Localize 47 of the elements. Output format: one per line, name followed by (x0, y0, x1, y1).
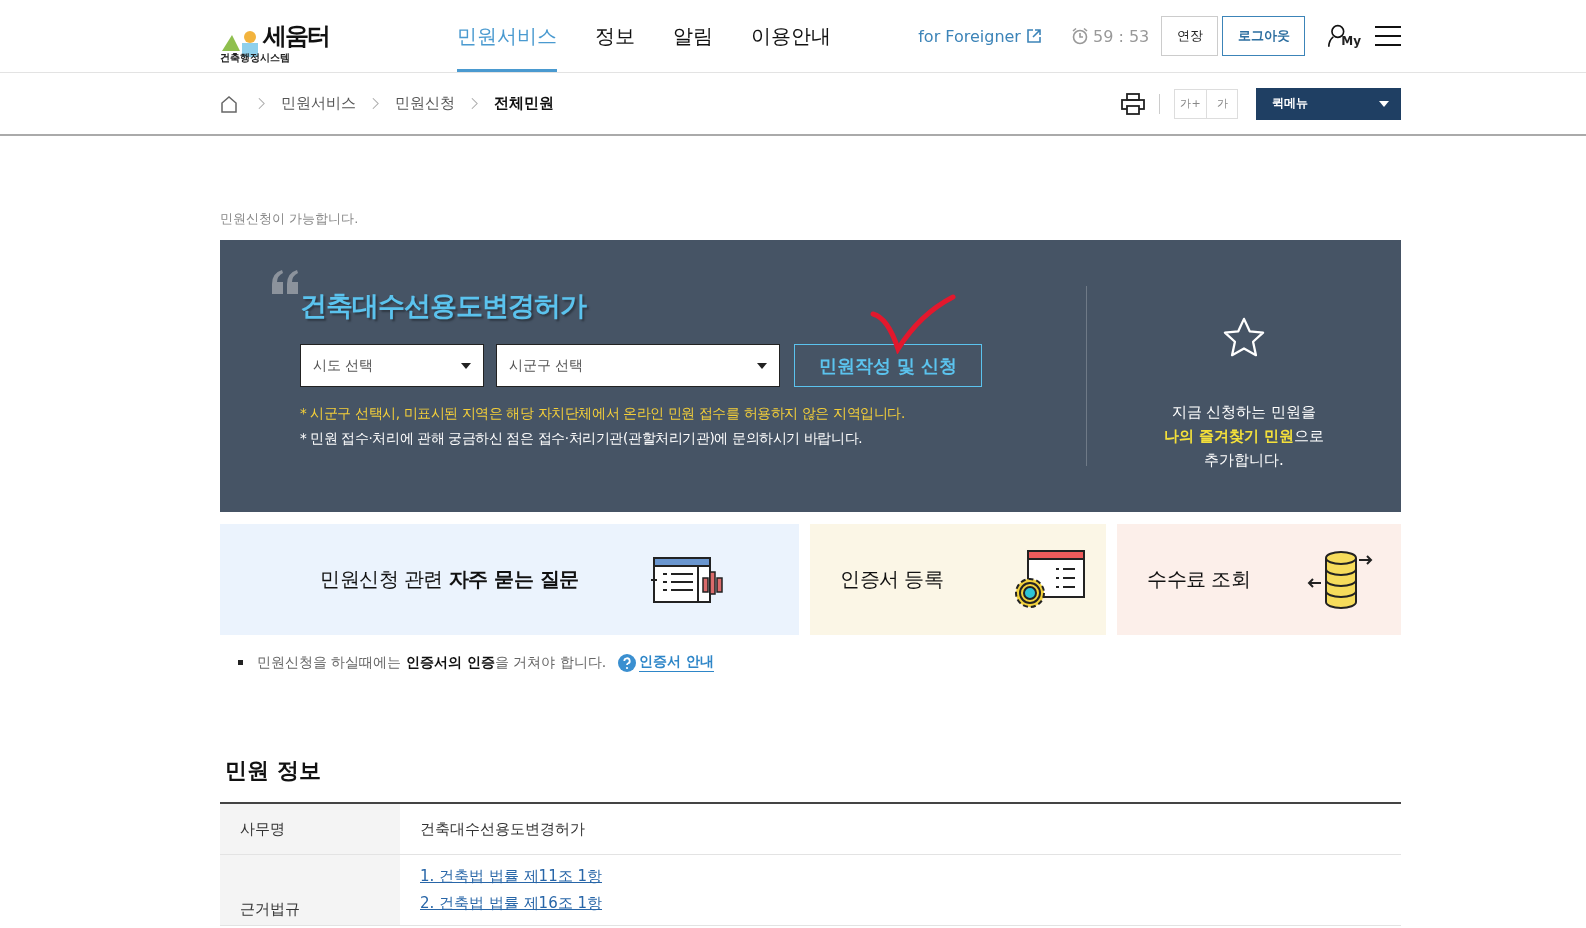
chevron-icon (258, 97, 265, 110)
breadcrumb-item[interactable]: 전체민원 (494, 94, 554, 113)
apply-button[interactable]: 민원작성 및 신청 (794, 344, 982, 387)
quick-menu-dropdown[interactable]: 퀵메뉴 (1256, 87, 1401, 120)
logo[interactable]: 세움터 건축행정시스템 (220, 11, 360, 61)
service-title: 건축대수선용도변경허가 (300, 289, 588, 323)
shortcut-card[interactable]: 민원신청 관련 자주 묻는 질문 (220, 524, 799, 635)
check-mark-icon (870, 294, 956, 354)
foreigner-link[interactable]: for Foreigner (918, 26, 1021, 46)
logo-subtitle: 건축행정시스템 (220, 52, 290, 64)
external-link-icon[interactable] (1026, 29, 1041, 43)
nav-tab[interactable]: 이용안내 (751, 0, 831, 72)
help-icon (618, 653, 637, 672)
print-icon[interactable] (1121, 92, 1145, 115)
logout-button[interactable]: 로그아웃 (1222, 16, 1306, 56)
law-link[interactable]: 1. 건축법 법률 제11조 1항 (420, 867, 602, 886)
bullet-icon (238, 660, 243, 665)
table-cell: 건축대수선용도변경허가 (420, 819, 585, 839)
law-link[interactable]: 2. 건축법 법률 제16조 1항 (420, 894, 602, 913)
home-icon[interactable] (220, 94, 238, 113)
alarm-clock-icon (1070, 27, 1089, 45)
logo-text: 세움터 (263, 21, 329, 51)
region-select[interactable]: 시도 선택 (300, 344, 484, 387)
menu-icon[interactable] (1375, 25, 1401, 47)
chevron-icon (471, 97, 478, 110)
my-page-link[interactable]: My (1327, 24, 1361, 48)
row-label: 근거법규 (240, 900, 300, 919)
nav-tab[interactable]: 알림 (673, 0, 713, 72)
section-title: 민원 정보 (225, 757, 322, 785)
banner-note: * 민원 접수·처리에 관해 궁금하신 점은 접수·처리기관(관할처리기관)에 문의하시기 바랍니다. (300, 430, 864, 448)
star-icon[interactable] (1222, 316, 1266, 358)
chevron-icon (372, 97, 379, 110)
status-notice: 민원신청이 가능합니다. (220, 210, 360, 228)
shortcut-card[interactable]: 수수료 조회 (1117, 524, 1401, 635)
breadcrumb-item[interactable]: 민원신청 (395, 94, 455, 113)
breadcrumb-item[interactable]: 민원서비스 (281, 94, 356, 113)
quote-mark-icon (270, 270, 300, 294)
extend-button[interactable]: 연장 (1161, 16, 1219, 56)
nav-tab[interactable]: 정보 (595, 0, 635, 72)
banner-note: * 시군구 선택시, 미표시된 지역은 해당 자치단체에서 온라인 민원 접수를 허용하지 않은 지역입니다. (300, 405, 906, 423)
region-select[interactable]: 시군구 선택 (496, 344, 780, 387)
session-timer: 59 : 53 (1092, 26, 1150, 46)
favorite-hint: 지금 신청하는 민원을 나의 즐겨찾기 민원으로 추가합니다. (1163, 402, 1325, 471)
row-label: 사무명 (240, 819, 285, 839)
certificate-notice: 민원신청을 하실때에는 인증서의 인증을 거쳐야 합니다. (257, 653, 607, 672)
shortcut-card[interactable]: 인증서 등록 (810, 524, 1106, 635)
certificate-guide-link[interactable]: 인증서 안내 (639, 653, 714, 672)
